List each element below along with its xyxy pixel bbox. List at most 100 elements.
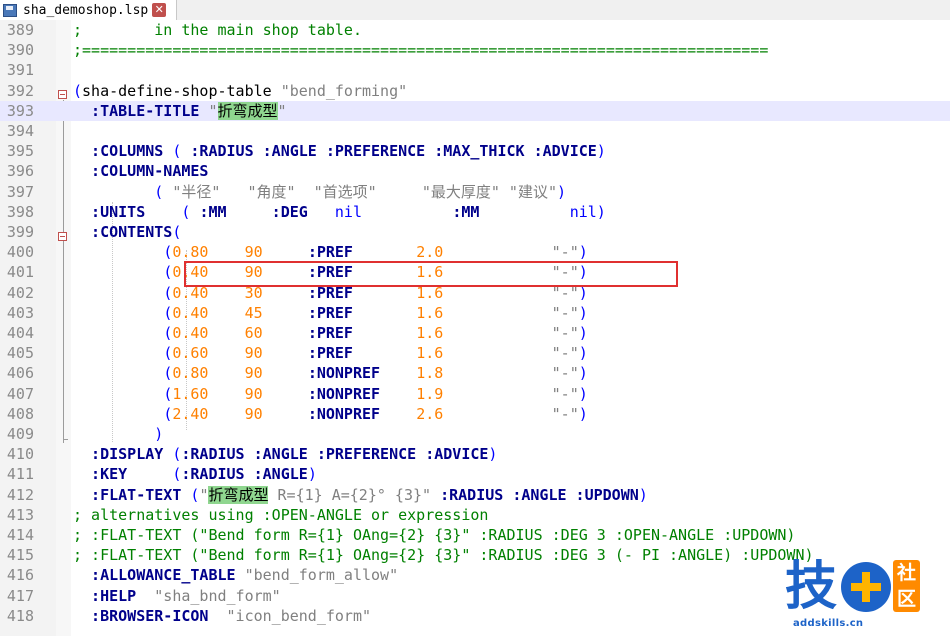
code-token: "-": [551, 344, 579, 363]
code-text: :COLUMNS ( :RADIUS :ANGLE :PREFERENCE :M…: [73, 141, 606, 161]
code-text: (2.40 90 :NONPREF 2.6 "-"): [73, 404, 587, 424]
code-line[interactable]: 407 (1.60 90 :NONPREF 1.9 "-"): [0, 384, 950, 404]
code-token: :KEY: [73, 465, 173, 484]
code-line[interactable]: 406 (0.80 90 :NONPREF 1.8 "-"): [0, 363, 950, 383]
code-text: :TABLE-TITLE "折弯成型": [73, 101, 287, 121]
code-text: :FLAT-TEXT ("折弯成型 R={1} A={2}° {3}" :RAD…: [73, 485, 648, 505]
code-token: :CONTENTS: [73, 223, 173, 241]
code-line[interactable]: 398 :UNITS ( :MM :DEG nil :MM nil): [0, 202, 950, 222]
code-text: (0.60 90 :PREF 1.6 "-"): [73, 343, 587, 363]
code-line[interactable]: 394: [0, 121, 950, 141]
code-token: :RADIUS :ANGLE: [181, 465, 308, 484]
code-text: :CONTENTS(: [73, 222, 181, 242]
code-token: (: [73, 81, 83, 100]
code-line[interactable]: 412 :FLAT-TEXT ("折弯成型 R={1} A={2}° {3}" …: [0, 485, 950, 505]
code-token: 1.60 90: [172, 384, 263, 403]
code-line[interactable]: 400 (0.80 90 :PREF 2.0 "-"): [0, 242, 950, 262]
code-line[interactable]: 389 ; in the main shop table.: [0, 20, 950, 40]
line-number: 407: [6, 384, 34, 403]
close-tab-icon[interactable]: ✕: [152, 3, 167, 17]
code-text: ;=======================================…: [73, 40, 768, 60]
code-token: ): [578, 384, 588, 403]
code-token: 1.6: [416, 344, 444, 363]
code-token: ; :FLAT-TEXT ("Bend form R={1} OAng={2} …: [73, 526, 796, 544]
code-text: :UNITS ( :MM :DEG nil :MM nil): [73, 202, 606, 222]
code-token: :TABLE-TITLE: [73, 101, 209, 120]
code-token: 0.80 90: [172, 364, 263, 383]
code-token: ): [638, 485, 648, 504]
code-token: ": [277, 101, 287, 120]
code-token: nil: [334, 202, 362, 221]
code-line[interactable]: 411 :KEY (:RADIUS :ANGLE): [0, 464, 950, 484]
file-tab[interactable]: sha_demoshop.lsp ✕: [0, 0, 177, 20]
line-number: 408: [6, 404, 34, 423]
code-line[interactable]: 405 (0.60 90 :PREF 1.6 "-"): [0, 343, 950, 363]
file-tab-label: sha_demoshop.lsp: [23, 2, 149, 18]
code-text: :COLUMN-NAMES: [73, 161, 208, 181]
code-token: "半径" "角度" "首选项" "最大厚度" "建议": [172, 182, 557, 201]
code-token: :PREF: [307, 243, 353, 262]
code-token: :PREF: [307, 324, 353, 342]
line-number: 398: [6, 202, 34, 221]
code-line[interactable]: 391: [0, 60, 950, 80]
code-line[interactable]: 408 (2.40 90 :NONPREF 2.6 "-"): [0, 404, 950, 424]
code-token: :ALLOWANCE_TABLE: [73, 566, 245, 585]
code-token: "-": [551, 384, 579, 403]
highlight-annotation-box: [184, 261, 678, 287]
code-token: :BROWSER-ICON: [73, 606, 227, 625]
code-line[interactable]: 404 (0.40 60 :PREF 1.6 "-"): [0, 323, 950, 343]
code-line[interactable]: 392 (sha-define-shop-table "bend_forming": [0, 81, 950, 101]
code-token: :PREF: [307, 344, 353, 363]
code-token: ; in the main shop table.: [73, 21, 362, 39]
code-editor[interactable]: 389 ; in the main shop table. 390 ;========…: [0, 20, 950, 636]
line-number: 416: [6, 566, 34, 585]
line-number: 399: [6, 223, 34, 241]
code-token: :NONPREF: [307, 364, 381, 383]
code-token: ): [578, 303, 588, 322]
code-token: (: [163, 384, 173, 403]
code-line[interactable]: 395 :COLUMNS ( :RADIUS :ANGLE :PREFERENC…: [0, 141, 950, 161]
code-token: ): [578, 243, 588, 262]
code-line[interactable]: 414 ; :FLAT-TEXT ("Bend form R={1} OAng={…: [0, 525, 950, 545]
code-line[interactable]: 390 ;====================================…: [0, 40, 950, 60]
line-number: 401: [6, 263, 34, 282]
code-line[interactable]: 403 (0.40 45 :PREF 1.6 "-"): [0, 303, 950, 323]
code-text: (sha-define-shop-table "bend_forming": [73, 81, 407, 101]
watermark-logo: 技 社 区 addskills.cn: [785, 556, 950, 636]
code-token: ): [307, 465, 317, 484]
code-token: 1.6: [416, 303, 444, 322]
code-token: 1.9: [416, 384, 444, 403]
code-text: ; in the main shop table.: [73, 20, 362, 40]
code-line[interactable]: 413 ; alternatives using :OPEN-ANGLE or e…: [0, 505, 950, 525]
code-token: ): [557, 182, 567, 201]
line-number: 404: [6, 324, 34, 342]
code-text: :BROWSER-ICON "icon_bend_form": [73, 606, 371, 626]
code-text: :DISPLAY (:RADIUS :ANGLE :PREFERENCE :AD…: [73, 444, 497, 464]
code-line[interactable]: 396 :COLUMN-NAMES: [0, 161, 950, 181]
line-number: 418: [6, 606, 34, 625]
line-number: 413: [6, 505, 34, 524]
code-token: "-": [551, 243, 579, 262]
code-token: (: [163, 364, 173, 383]
line-number: 395: [6, 142, 34, 161]
code-line[interactable]: 410 :DISPLAY (:RADIUS :ANGLE :PREFERENCE…: [0, 444, 950, 464]
line-number: 397: [6, 182, 34, 201]
line-number: 390: [6, 41, 34, 60]
code-token: ; alternatives using :OPEN-ANGLE or expr…: [73, 505, 489, 524]
line-number: 411: [6, 465, 34, 484]
code-line[interactable]: 409 ): [0, 424, 950, 444]
code-token: ): [578, 324, 588, 342]
code-line[interactable]: 399 :CONTENTS(: [0, 222, 950, 242]
code-line[interactable]: 397 ( "半径" "角度" "首选项" "最大厚度" "建议"): [0, 182, 950, 202]
code-text: :ALLOWANCE_TABLE "bend_form_allow": [73, 565, 398, 585]
code-line[interactable]: 393 :TABLE-TITLE "折弯成型": [0, 100, 950, 121]
code-text: (1.60 90 :NONPREF 1.9 "-"): [73, 384, 588, 404]
code-token: 折弯成型: [208, 485, 269, 504]
